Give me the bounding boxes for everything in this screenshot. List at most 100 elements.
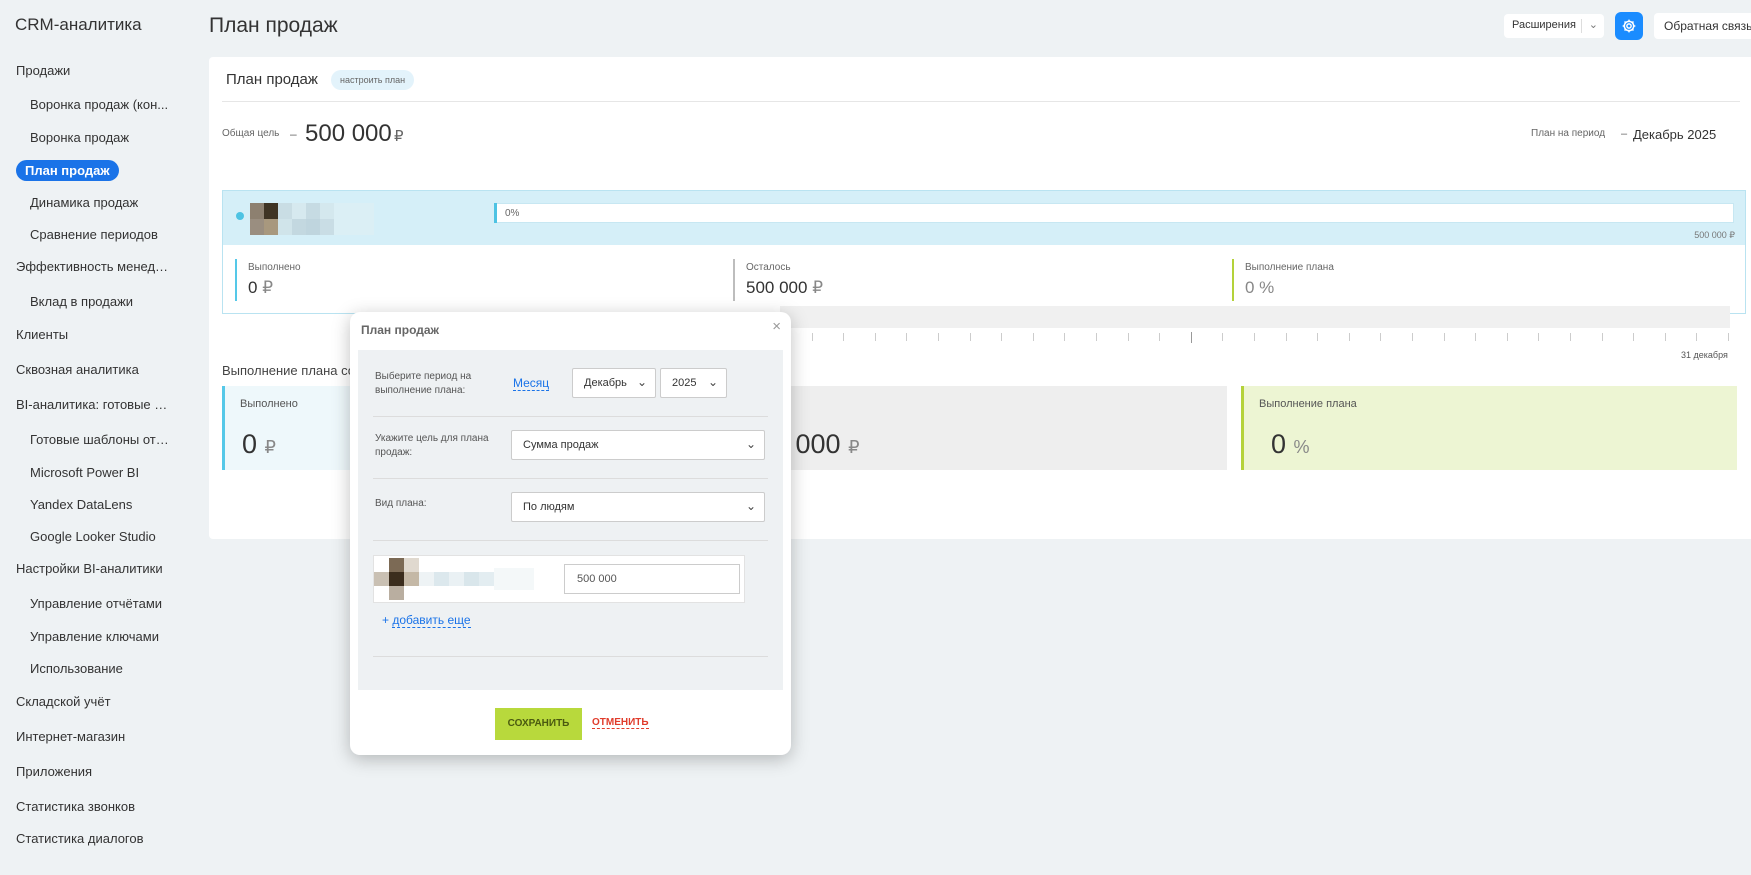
close-icon[interactable]: × [772, 318, 781, 335]
save-button[interactable]: СОХРАНИТЬ [495, 708, 582, 740]
timeline-tick [969, 333, 971, 341]
sidebar-item-sales[interactable]: Продажи [16, 63, 70, 78]
timeline-tick [1001, 333, 1003, 341]
timeline-tick [1696, 333, 1698, 341]
sidebar-item-clients[interactable]: Клиенты [16, 327, 68, 342]
kpi-done-label: Выполнено [240, 398, 298, 410]
plan-type-label: Вид плана: [375, 498, 427, 509]
plan-amount-input[interactable]: 500 000 [564, 564, 740, 594]
sidebar-item-apps[interactable]: Приложения [16, 764, 92, 779]
sidebar-item-usage[interactable]: Использование [30, 661, 123, 676]
sidebar-item-funnel-conversion[interactable]: Воронка продаж (кон... [30, 97, 168, 112]
month-value: Декабрь [584, 377, 627, 389]
goal-dash: – [290, 127, 297, 141]
period-field-label: Выберите период на выполнение плана: [375, 371, 472, 396]
settings-button[interactable] [1615, 12, 1643, 40]
plan-chart-label: Выполнение плана сот [222, 363, 361, 378]
sidebar-item-bi-ready[interactable]: BI-аналитика: готовые от... [16, 397, 172, 412]
timeline-tick [811, 333, 813, 341]
stat-plan-label: Выполнение плана [1245, 262, 1334, 273]
timeline-tick [906, 333, 908, 341]
chevron-down-icon: ⌄ [745, 499, 756, 513]
year-select[interactable]: 2025 ⌄ [660, 368, 727, 398]
kpi-plan: Выполнение плана 0 % [1241, 386, 1737, 470]
timeline-tick [1506, 333, 1508, 341]
divider [373, 478, 768, 479]
chevron-down-icon: ⌄ [1588, 19, 1598, 31]
timeline-tick [874, 333, 876, 341]
period-dash: – [1621, 128, 1628, 140]
sidebar: CRM-аналитика Продажи Воронка продаж (ко… [0, 0, 190, 875]
kpi-plan-label: Выполнение плана [1259, 398, 1357, 410]
sidebar-item-bi-settings[interactable]: Настройки BI-аналитики [16, 561, 163, 576]
plan-type-value: По людям [523, 501, 575, 513]
progress-bar: 0% [494, 203, 1734, 223]
progress-fill [494, 203, 497, 223]
plan-type-select[interactable]: По людям ⌄ [511, 492, 765, 522]
period-value: Декабрь 2025 [1633, 127, 1717, 142]
timeline-tick [1570, 333, 1571, 341]
timeline-end-date: 31 декабря [1681, 350, 1728, 360]
kpi-done: Выполнено 0 ₽ [222, 386, 352, 470]
sidebar-item-sales-plan[interactable]: План продаж [16, 160, 119, 181]
feedback-button[interactable]: Обратная связь [1654, 13, 1751, 39]
sidebar-item-datalens[interactable]: Yandex DataLens [30, 497, 132, 512]
sidebar-item-templates[interactable]: Готовые шаблоны отч... [30, 432, 170, 447]
progress-target: 500 000 ₽ [1694, 230, 1735, 240]
person-progress-row: 0% 500 000 ₽ [223, 191, 1745, 245]
timeline-ticks [780, 332, 1730, 343]
kpi-left: 0 000 ₽ [757, 386, 1227, 470]
stat-plan-value: 0 % [1245, 278, 1275, 297]
cancel-button[interactable]: ОТМЕНИТЬ [592, 717, 649, 729]
sidebar-item-period-compare[interactable]: Сравнение периодов [30, 227, 158, 242]
period-label: План на период [1531, 128, 1606, 139]
month-select[interactable]: Декабрь ⌄ [572, 368, 656, 398]
timeline-tick [1538, 333, 1540, 341]
sidebar-item-call-stats[interactable]: Статистика звонков [16, 799, 135, 814]
sidebar-item-end-to-end[interactable]: Сквозная аналитика [16, 362, 139, 377]
sidebar-item-manager-efficiency[interactable]: Эффективность менедже... [16, 259, 172, 274]
currency-symbol: ₽ [264, 437, 276, 457]
sidebar-item-contribution[interactable]: Вклад в продажи [30, 294, 133, 309]
goal-value: 500 000 [305, 120, 392, 147]
sidebar-item-funnel[interactable]: Воронка продаж [30, 130, 129, 145]
chevron-down-icon: ⌄ [707, 375, 718, 389]
currency-symbol: ₽ [812, 278, 824, 297]
timeline-tick [1285, 333, 1287, 341]
currency-symbol: ₽ [262, 278, 274, 297]
goal-select-value: Сумма продаж [523, 439, 599, 451]
configure-plan-button[interactable]: настроить план [331, 70, 415, 90]
divider [222, 101, 1740, 102]
sidebar-item-looker[interactable]: Google Looker Studio [30, 529, 156, 544]
sidebar-item-key-management[interactable]: Управление ключами [30, 629, 159, 644]
stat-done: Выполнено 0 ₽ [235, 259, 301, 301]
timeline-tick [1601, 333, 1603, 341]
year-value: 2025 [672, 377, 697, 389]
sidebar-item-power-bi[interactable]: Microsoft Power BI [30, 465, 139, 480]
timeline-tick [1728, 333, 1729, 341]
divider [373, 656, 768, 657]
timeline-tick [1348, 333, 1350, 341]
person-plan-row: 500 000 [373, 555, 745, 603]
period-mode-link[interactable]: Месяц [513, 376, 550, 391]
goal-select[interactable]: Сумма продаж ⌄ [511, 430, 765, 460]
sidebar-item-sales-dynamics[interactable]: Динамика продаж [30, 195, 138, 210]
timeline-tick [1127, 333, 1129, 341]
sidebar-item-dialog-stats[interactable]: Статистика диалогов [16, 831, 144, 846]
stat-left: Осталось 500 000 ₽ [733, 259, 823, 301]
currency-symbol: ₽ [848, 437, 860, 457]
timeline-tick [938, 333, 939, 341]
sidebar-item-online-store[interactable]: Интернет-магазин [16, 729, 125, 744]
sidebar-item-report-management[interactable]: Управление отчётами [30, 596, 162, 611]
timeline-tick [1380, 333, 1382, 341]
timeline-tick [1412, 333, 1413, 341]
timeline-tick [1475, 333, 1477, 341]
add-more-link[interactable]: + добавить еще [382, 613, 471, 628]
app-title: CRM-аналитика [15, 15, 142, 34]
select-divider [1581, 19, 1582, 33]
stat-done-value: 0 [248, 278, 258, 297]
sidebar-item-warehouse[interactable]: Складской учёт [16, 694, 111, 709]
extensions-select[interactable]: Расширения ⌄ [1504, 14, 1604, 38]
timeline-tick [1664, 333, 1666, 341]
timeline-tick [1064, 333, 1066, 341]
